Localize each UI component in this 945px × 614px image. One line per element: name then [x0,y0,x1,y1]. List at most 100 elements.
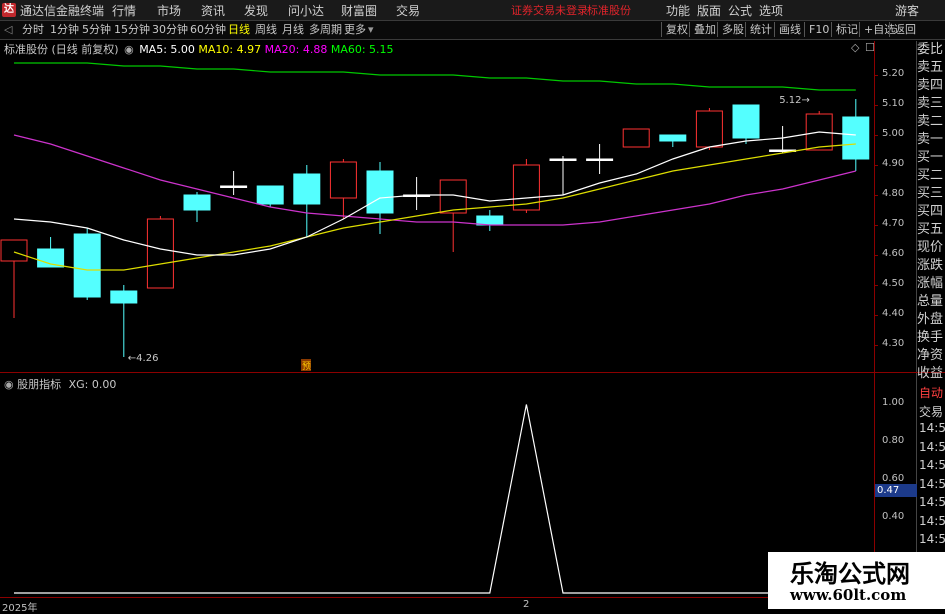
sidebar-item[interactable]: 净资 [917,347,945,365]
tab-intraday[interactable]: 分时 [22,22,44,38]
candle[interactable] [549,156,577,195]
tab-60min[interactable]: 60分钟 [190,22,226,38]
candlestick-chart[interactable]: ←4.26 5.12→ 预 [0,56,874,372]
candle[interactable] [329,159,357,219]
candle[interactable] [805,111,833,151]
guest-label[interactable]: 游客 [895,2,919,19]
menu-trade[interactable]: 交易 [396,2,420,19]
candle[interactable] [732,104,760,144]
sidebar-item[interactable]: 涨幅 [917,275,945,293]
sidebar-item[interactable]: 现价 [917,239,945,257]
sidebar-item[interactable]: 卖二 [917,113,945,131]
menu-market[interactable]: 市场 [157,2,181,19]
preview-marker-label: 预 [302,361,311,372]
tab-weekly[interactable]: 周线 [255,22,277,38]
sidebar-item[interactable]: 卖一 [917,131,945,149]
menu-functions[interactable]: 功能 [666,2,690,19]
overlay-button[interactable]: 叠加 [689,22,716,37]
draw-button[interactable]: 画线 [774,22,801,37]
indicator-tick-label: 0.60 [882,472,905,484]
sidebar-item[interactable]: 买三 [917,185,945,203]
candle[interactable] [769,126,797,153]
ma20-line [13,134,856,226]
tab-more[interactable]: 更多 [344,22,366,38]
indicator-side-label[interactable]: 自动 [919,384,945,401]
sidebar-item[interactable]: 买四 [917,203,945,221]
candle[interactable] [183,192,211,222]
indicator-tick-label: 0.40 [882,510,905,522]
sidebar-item[interactable]: 涨跌 [917,257,945,275]
sidebar-item[interactable]: 卖四 [917,77,945,95]
indicator-current-value: 0.47 [875,484,917,497]
tab-multi-period[interactable]: 多周期 [309,22,342,38]
tab-daily[interactable]: 日线 [228,22,250,38]
candle[interactable] [73,228,101,300]
multi-stock-button[interactable]: 多股 [717,22,744,37]
tab-5min[interactable]: 5分钟 [82,22,111,38]
sidebar-item[interactable]: 换手 [917,329,945,347]
sidebar-item[interactable]: 委比 [917,41,945,59]
indicator-tick-label: 1.00 [882,397,905,409]
tab-monthly[interactable]: 月线 [282,22,304,38]
candle[interactable] [37,237,65,268]
menu-discover[interactable]: 发现 [244,2,268,19]
sidebar-item[interactable]: 卖三 [917,95,945,113]
sidebar-item[interactable]: 收益 [917,365,945,383]
candle[interactable] [622,128,650,148]
price-tick-label: 4.80 [882,188,905,199]
ma-settings-icon[interactable]: ◉ [124,43,134,56]
tab-1min[interactable]: 1分钟 [50,22,79,38]
toolbar-collapse-icon[interactable]: ◁ [4,22,12,38]
ma10-line [13,143,856,271]
candle[interactable] [439,179,467,252]
more-chevron-icon[interactable]: ▾ [368,22,374,38]
menu-news[interactable]: 资讯 [201,2,225,19]
candle[interactable] [293,165,321,237]
diamond-icon[interactable]: ◇ [851,41,859,54]
tab-30min[interactable]: 30分钟 [152,22,188,38]
candle[interactable] [659,134,687,147]
candle[interactable] [403,177,431,210]
candle[interactable] [110,285,138,357]
sidebar-item[interactable]: 总量 [917,293,945,311]
candle[interactable] [220,171,248,195]
menu-layout[interactable]: 版面 [697,2,721,19]
x-axis-month: 2 [523,599,530,610]
menu-ask[interactable]: 问小达 [288,2,324,19]
ma60-label: MA60: 5.15 [330,43,394,56]
f10-button[interactable]: F10 [804,22,829,37]
adjust-button[interactable]: 复权 [661,22,688,37]
price-tick-label: 4.30 [882,338,905,349]
indicator-side-label[interactable]: 交易 [919,403,945,420]
price-tick-label: 5.20 [882,68,905,79]
sidebar-item[interactable]: 买二 [917,167,945,185]
candle[interactable] [476,210,504,231]
candle[interactable] [695,108,723,150]
tab-15min[interactable]: 15分钟 [114,22,150,38]
watermark-title: 乐淘公式网 [790,560,910,588]
sidebar-item[interactable]: 买一 [917,149,945,167]
low-price-annotation: ←4.26 [128,353,159,364]
login-notice[interactable]: 证券交易未登录 [511,2,588,18]
menu-options[interactable]: 选项 [759,2,783,19]
indicator-side-label: 14:56 [919,513,945,528]
back-button[interactable]: 返回 [889,22,916,37]
menu-quotes[interactable]: 行情 [112,2,136,19]
stats-button[interactable]: 统计 [745,22,772,37]
sidebar-item[interactable]: 买五 [917,221,945,239]
indicator-side-label: 14:56 [919,458,945,472]
sidebar-item[interactable]: 卖五 [917,59,945,77]
candle[interactable] [0,239,28,318]
indicator-side-label: 14:56 [919,532,945,546]
period-toolbar: ◁ 分时 1分钟 5分钟 15分钟 30分钟 60分钟 日线 周线 月线 多周期… [0,21,945,40]
candle[interactable] [146,216,174,289]
indicator-tick-label: 0.80 [882,435,905,447]
candle[interactable] [256,185,284,207]
candle[interactable] [586,144,614,174]
watermark-logo: 乐淘公式网 www.60lt.com [768,552,945,609]
menu-wealth[interactable]: 财富圈 [341,2,377,19]
indicator-chart[interactable] [0,373,874,597]
sidebar-item[interactable]: 外盘 [917,311,945,329]
mark-button[interactable]: 标记 [831,22,858,37]
menu-formula[interactable]: 公式 [728,2,752,19]
